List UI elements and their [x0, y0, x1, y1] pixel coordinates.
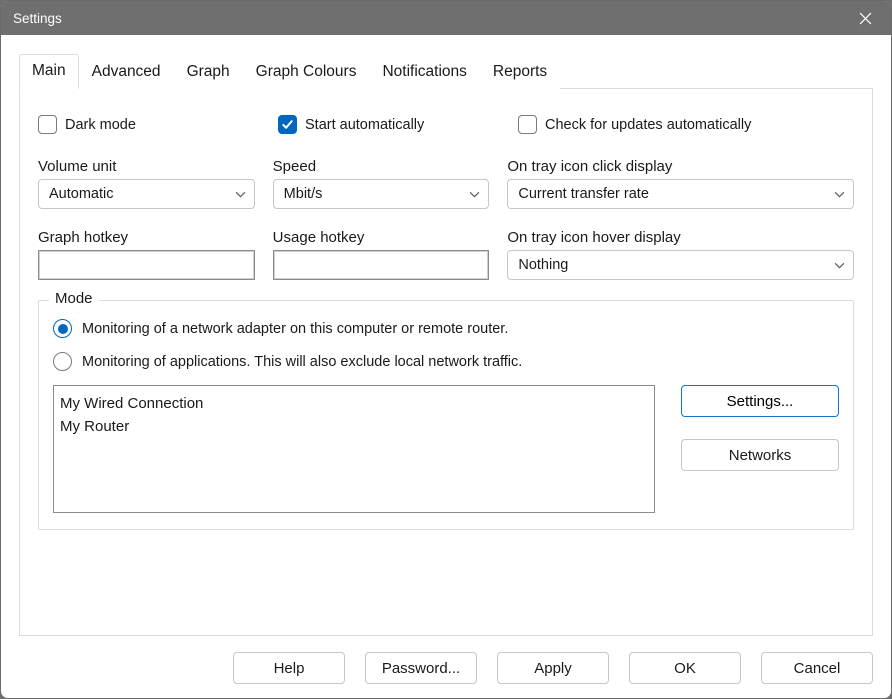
apply-button[interactable]: Apply — [497, 652, 609, 684]
button-label: Cancel — [794, 660, 841, 677]
tab-graph[interactable]: Graph — [174, 55, 243, 89]
checkbox-label: Start automatically — [305, 117, 424, 133]
tab-advanced[interactable]: Advanced — [79, 55, 174, 89]
radio-mode-adapter[interactable]: Monitoring of a network adapter on this … — [53, 319, 839, 338]
select-value: Automatic — [49, 186, 113, 202]
checkbox-start-automatically[interactable]: Start automatically — [278, 115, 478, 134]
adapter-listbox[interactable]: My Wired Connection My Router — [53, 385, 655, 513]
chevron-down-icon — [834, 257, 845, 273]
button-label: Settings... — [727, 393, 794, 410]
input-usage-hotkey[interactable] — [273, 250, 490, 280]
tab-label: Graph Colours — [256, 63, 357, 80]
chevron-down-icon — [834, 186, 845, 202]
checkbox-box — [38, 115, 57, 134]
label-tray-hover: On tray icon hover display — [507, 229, 854, 246]
tab-panel-main: Dark mode Start automatically Check for … — [19, 89, 873, 636]
chevron-down-icon — [469, 186, 480, 202]
button-label: Password... — [382, 660, 460, 677]
mode-networks-button[interactable]: Networks — [681, 439, 839, 471]
window-title: Settings — [13, 11, 62, 26]
password-button[interactable]: Password... — [365, 652, 477, 684]
radio-circle — [53, 352, 72, 371]
input-graph-hotkey[interactable] — [38, 250, 255, 280]
mode-groupbox: Mode Monitoring of a network adapter on … — [38, 300, 854, 530]
radio-circle — [53, 319, 72, 338]
label-graph-hotkey: Graph hotkey — [38, 229, 255, 246]
checkbox-check-updates[interactable]: Check for updates automatically — [518, 115, 751, 134]
tab-label: Notifications — [382, 63, 466, 80]
close-button[interactable] — [843, 3, 887, 33]
label-tray-click: On tray icon click display — [507, 158, 854, 175]
tab-label: Graph — [187, 63, 230, 80]
select-volume-unit[interactable]: Automatic — [38, 179, 255, 209]
content-area: Main Advanced Graph Graph Colours Notifi… — [1, 35, 891, 698]
titlebar: Settings — [1, 1, 891, 35]
checkbox-label: Dark mode — [65, 117, 136, 133]
chevron-down-icon — [235, 186, 246, 202]
list-item[interactable]: My Router — [60, 415, 648, 438]
label-volume-unit: Volume unit — [38, 158, 255, 175]
close-icon — [859, 12, 872, 25]
radio-mode-applications[interactable]: Monitoring of applications. This will al… — [53, 352, 839, 371]
select-value: Mbit/s — [284, 186, 323, 202]
button-label: Apply — [534, 660, 572, 677]
tab-bar: Main Advanced Graph Graph Colours Notifi… — [19, 53, 873, 89]
mode-settings-button[interactable]: Settings... — [681, 385, 839, 417]
label-speed: Speed — [273, 158, 490, 175]
checkbox-box — [278, 115, 297, 134]
tab-notifications[interactable]: Notifications — [369, 55, 479, 89]
cancel-button[interactable]: Cancel — [761, 652, 873, 684]
button-label: Help — [274, 660, 305, 677]
ok-button[interactable]: OK — [629, 652, 741, 684]
select-tray-hover[interactable]: Nothing — [507, 250, 854, 280]
button-label: Networks — [729, 447, 792, 464]
settings-window: Settings Main Advanced Graph Graph Colou… — [0, 0, 892, 699]
select-value: Nothing — [518, 257, 568, 273]
checkbox-box — [518, 115, 537, 134]
label-usage-hotkey: Usage hotkey — [273, 229, 490, 246]
checkbox-label: Check for updates automatically — [545, 117, 751, 133]
radio-label: Monitoring of a network adapter on this … — [82, 321, 508, 337]
tab-reports[interactable]: Reports — [480, 55, 560, 89]
button-label: OK — [674, 660, 696, 677]
help-button[interactable]: Help — [233, 652, 345, 684]
select-value: Current transfer rate — [518, 186, 649, 202]
dialog-button-row: Help Password... Apply OK Cancel — [19, 636, 873, 684]
select-speed[interactable]: Mbit/s — [273, 179, 490, 209]
radio-label: Monitoring of applications. This will al… — [82, 354, 522, 370]
tab-label: Reports — [493, 63, 547, 80]
check-icon — [281, 118, 294, 131]
tab-graph-colours[interactable]: Graph Colours — [243, 55, 370, 89]
tab-main[interactable]: Main — [19, 54, 79, 89]
checkbox-dark-mode[interactable]: Dark mode — [38, 115, 238, 134]
tab-label: Main — [32, 62, 66, 79]
select-tray-click[interactable]: Current transfer rate — [507, 179, 854, 209]
tab-label: Advanced — [92, 63, 161, 80]
list-item[interactable]: My Wired Connection — [60, 392, 648, 415]
groupbox-title: Mode — [49, 290, 99, 307]
